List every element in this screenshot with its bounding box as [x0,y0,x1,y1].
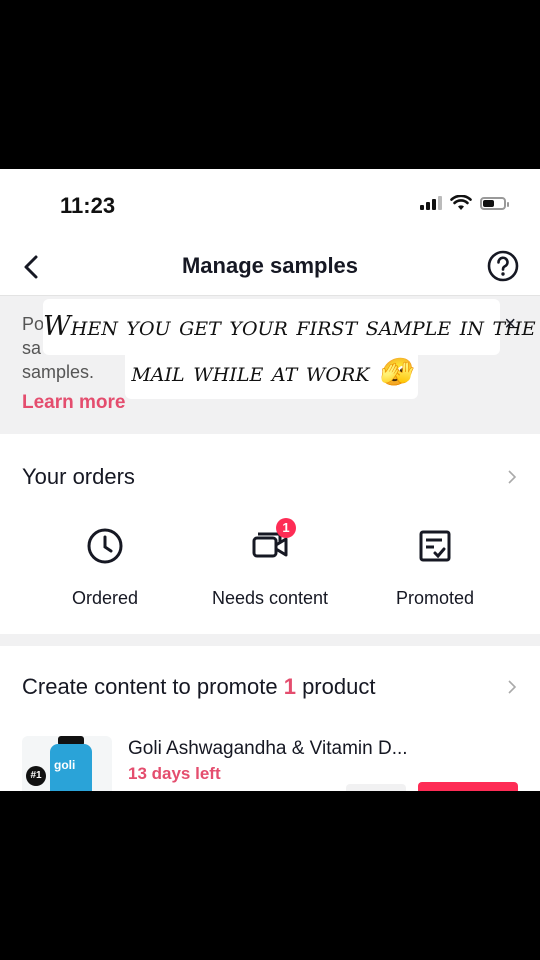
learn-more-link[interactable]: Learn more [22,392,125,414]
secondary-action-button[interactable] [346,784,406,791]
orders-title: Your orders [22,464,135,489]
app-screen: 11:23 Manage samples Po sa samples. Lear… [0,169,540,791]
needs-content-label: Needs content [211,588,329,608]
header: Manage samples [0,241,540,296]
promoted-label: Promoted [395,588,475,608]
product-name[interactable]: Goli Ashwagandha & Vitamin D... [128,738,408,760]
promote-section: Create content to promote 1 product goli… [0,646,540,791]
primary-action-button[interactable] [418,782,518,791]
status-icons [420,195,509,211]
notification-badge: 1 [276,518,296,538]
battery-icon [480,196,509,210]
orders-promoted[interactable]: Promoted [350,526,520,609]
orders-chevron-right-icon[interactable] [506,469,518,485]
promote-title-prefix: Create content to promote [22,674,284,699]
checklist-icon [415,526,455,566]
cellular-signal-icon [420,196,442,210]
promote-count: 1 [283,674,296,699]
section-divider [0,634,540,646]
status-time: 11:23 [60,193,116,218]
caption-line-2: mail while at work 🫣 [125,347,418,399]
orders-needs-content[interactable]: 1 Needs content [185,518,355,609]
product-days-left: 13 days left [128,764,221,783]
orders-ordered[interactable]: Ordered [20,526,190,609]
clock-icon [85,526,125,566]
video-icon: 1 [250,518,296,566]
product-thumbnail[interactable]: goli #1 [22,736,112,791]
rank-badge: #1 [26,766,46,786]
orders-section: Your orders Ordered 1 Needs content Prom… [0,434,540,634]
ordered-label: Ordered [71,588,139,608]
promote-chevron-right-icon[interactable] [506,679,518,695]
promote-title-suffix: product [295,674,376,699]
wifi-icon [450,195,472,210]
product-bottle: goli [50,744,92,791]
page-title: Manage samples [181,253,359,278]
close-banner-button[interactable]: × [504,313,516,336]
product-brand: goli [54,758,76,772]
status-bar: 11:23 [0,169,540,241]
promote-title: Create content to promote 1 product [22,674,375,700]
help-icon[interactable] [486,249,520,283]
